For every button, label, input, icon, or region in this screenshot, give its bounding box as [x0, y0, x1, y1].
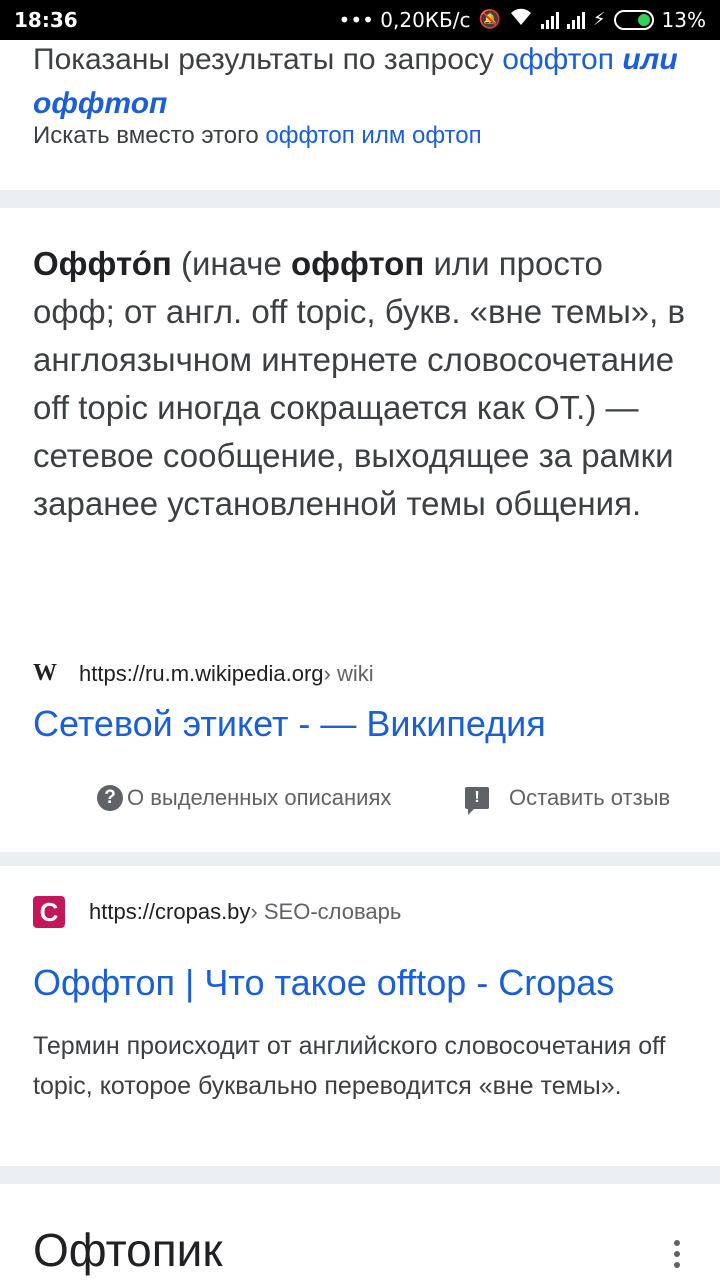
result-path: › SEO-словарь	[250, 899, 402, 924]
result-snippet: Термин происходит от английского словосо…	[33, 1032, 666, 1100]
wikipedia-logo-icon: W	[33, 660, 57, 686]
original-query-link[interactable]: оффтоп илм офтоп	[265, 122, 481, 149]
featured-text-part: (иначе	[171, 245, 291, 282]
feedback-icon: !	[465, 787, 489, 815]
featured-term: Оффто́п	[33, 245, 172, 282]
cropas-logo-icon: C	[33, 896, 65, 928]
featured-source[interactable]: W https://ru.m.wikipedia.org › wiki	[33, 660, 374, 687]
featured-snippet-text: Оффто́п (иначе оффтоп или просто офф; от…	[33, 240, 693, 528]
result-title-link[interactable]: Оффтоп | Что такое offtop - Cropas	[33, 962, 614, 1004]
status-time: 18:36	[14, 8, 78, 32]
status-bar: 18:36 ••• 0,20КБ/с 🔕 ⚡ 13%	[0, 0, 720, 40]
network-speed: ••• 0,20КБ/с	[338, 8, 471, 32]
search-instead-line: Искать вместо этого оффтоп илм офтоп	[33, 122, 482, 150]
separator	[0, 1166, 720, 1184]
result-source[interactable]: C https://cropas.by › SEO-словарь	[33, 896, 401, 928]
source-path: › wiki	[323, 660, 374, 686]
featured-result-title-link[interactable]: Сетевой этикет - — Википедия	[33, 703, 546, 745]
status-icons: ••• 0,20КБ/с 🔕 ⚡ 13%	[339, 8, 706, 32]
instead-prefix: Искать вместо этого	[33, 122, 266, 149]
query-correction-notice: Показаны результаты по запросу оффтоп ил…	[33, 38, 693, 126]
charging-icon: ⚡	[592, 9, 606, 30]
wifi-icon	[509, 8, 533, 32]
signal-icon	[566, 11, 585, 29]
corrected-query-part1: оффтоп	[502, 43, 614, 76]
about-label: О выделенных описаниях	[127, 785, 392, 810]
feedback-label: Оставить отзыв	[509, 785, 671, 810]
notice-prefix: Показаны результаты по запросу	[33, 43, 503, 76]
featured-term-alt: оффтоп	[290, 245, 425, 282]
more-options-icon[interactable]	[674, 1240, 680, 1268]
signal-icon	[540, 11, 559, 29]
about-featured-snippets-button[interactable]: ? О выделенных описаниях	[97, 785, 391, 811]
mute-icon: 🔕	[478, 9, 501, 30]
help-icon: ?	[97, 785, 123, 811]
source-url: https://ru.m.wikipedia.org	[79, 660, 324, 686]
knowledge-panel-title: Офтопик	[33, 1224, 223, 1276]
leave-feedback-button[interactable]: ! Оставить отзыв	[465, 785, 671, 815]
result-url: https://cropas.by	[89, 899, 251, 924]
separator	[0, 852, 720, 866]
featured-text-part: или просто офф; от англ. off topic, букв…	[33, 245, 686, 522]
battery-icon	[613, 10, 654, 30]
battery-percent: 13%	[661, 8, 706, 32]
separator	[0, 190, 720, 208]
